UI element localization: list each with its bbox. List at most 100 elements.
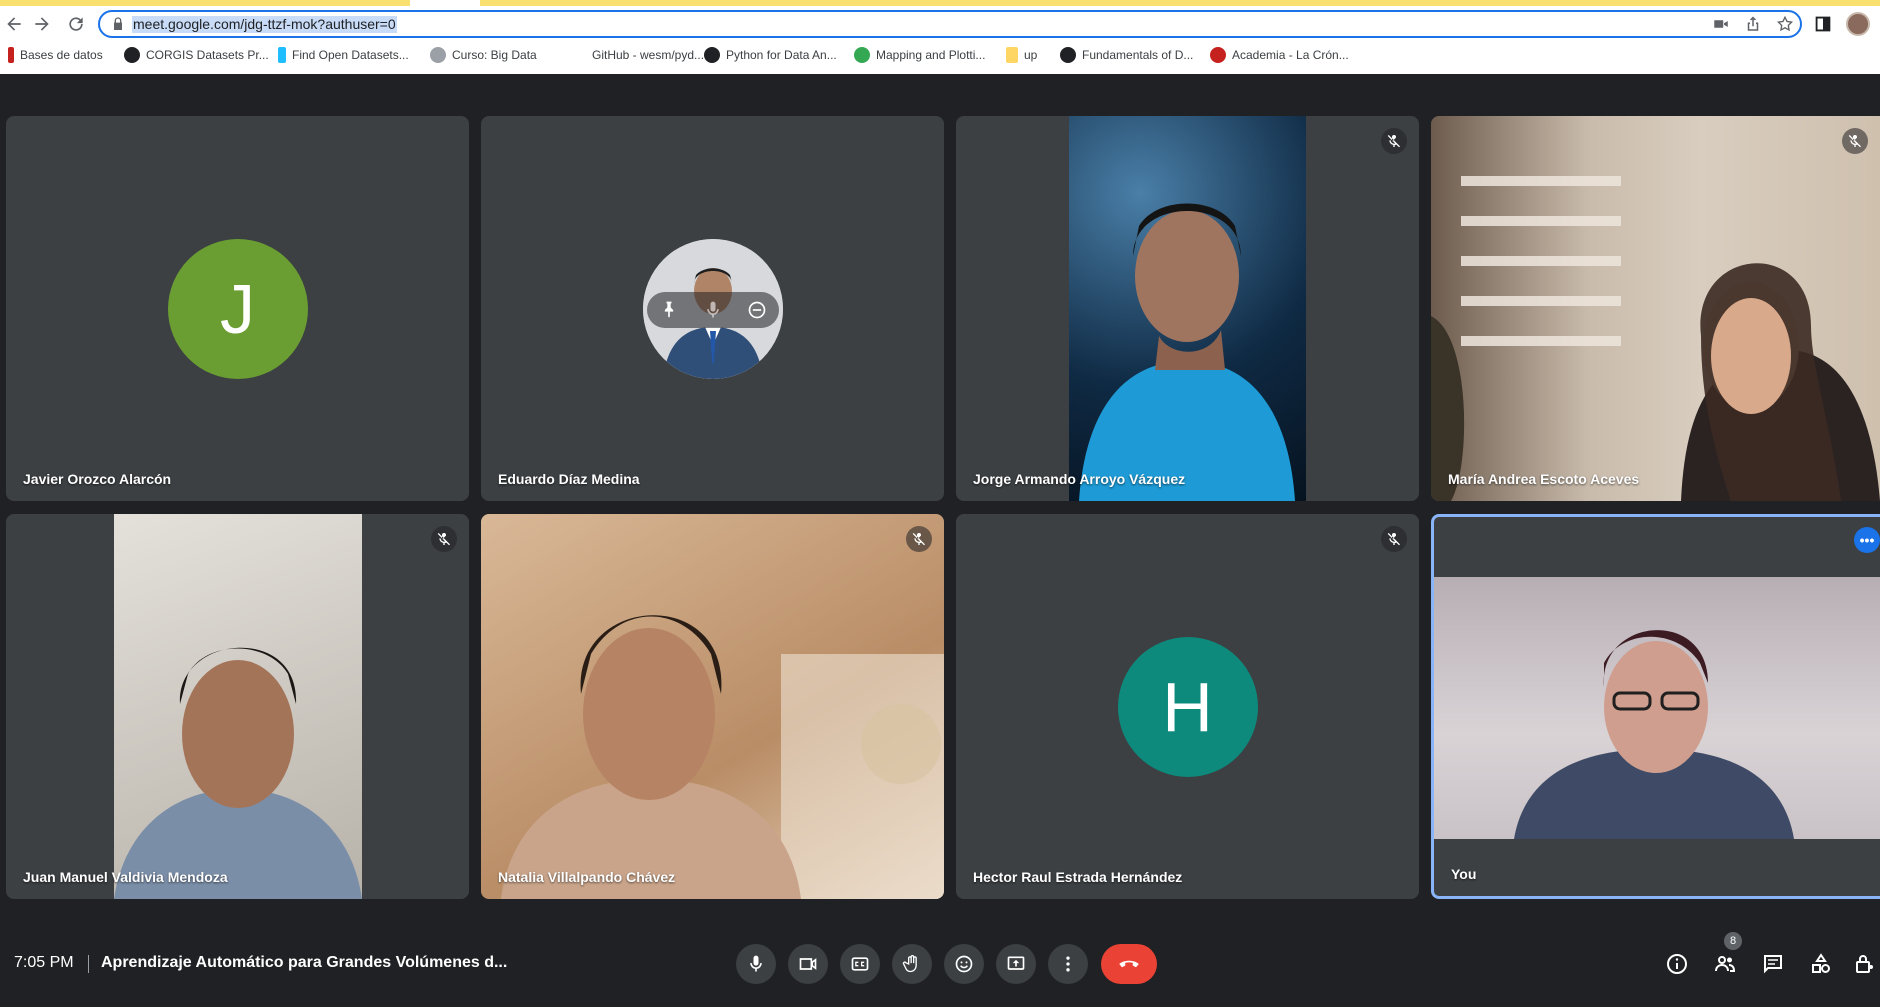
participant-name: Jorge Armando Arroyo Vázquez	[973, 471, 1186, 487]
bookmark-fundamentals[interactable]: Fundamentals of D...	[1060, 44, 1193, 66]
mic-off-icon	[1387, 135, 1400, 148]
globe-icon	[124, 47, 140, 63]
star-icon[interactable]	[1776, 15, 1794, 33]
muted-indicator	[906, 526, 932, 552]
present-icon	[1007, 956, 1025, 970]
bookmark-label: Academia - La Crón...	[1232, 48, 1349, 62]
bookmark-label: Fundamentals of D...	[1082, 48, 1194, 62]
host-controls-button[interactable]	[1852, 951, 1878, 977]
more-options-button[interactable]	[1048, 944, 1088, 984]
mic-off-icon	[1848, 135, 1861, 148]
globe-icon	[704, 47, 720, 63]
leave-call-button[interactable]	[1101, 944, 1157, 984]
participant-tile[interactable]: J Javier Orozco Alarcón	[6, 116, 469, 501]
present-screen-button[interactable]	[996, 944, 1036, 984]
video-feed	[114, 514, 362, 899]
more-options-icon[interactable]: •••	[1854, 527, 1880, 553]
bookmark-find-open-datasets[interactable]: Find Open Datasets...	[278, 44, 409, 66]
closed-captions-icon	[851, 957, 869, 971]
bookmark-bases-de-datos[interactable]: Bases de datos	[8, 44, 103, 66]
activities-button[interactable]	[1808, 951, 1834, 977]
avatar: H	[1117, 636, 1258, 777]
participant-tile[interactable]: Eduardo Díaz Medina	[481, 116, 944, 501]
participant-tile[interactable]: H Hector Raul Estrada Hernández	[956, 514, 1419, 899]
reactions-button[interactable]	[944, 944, 984, 984]
mic-off-icon	[1387, 533, 1400, 546]
video-feed	[481, 514, 944, 899]
meeting-details-button[interactable]	[1664, 951, 1690, 977]
bookmark-label: CORGIS Datasets Pr...	[146, 48, 269, 62]
bookmark-python-data[interactable]: Python for Data An...	[704, 44, 837, 66]
participant-name: Hector Raul Estrada Hernández	[973, 869, 1183, 885]
kaggle-icon	[278, 47, 286, 63]
participant-name: You	[1451, 866, 1477, 882]
bookmark-label: Bases de datos	[20, 48, 103, 62]
chat-button[interactable]	[1760, 951, 1786, 977]
bookmark-curso-big-data[interactable]: Curso: Big Data	[430, 44, 537, 66]
pin-icon[interactable]	[659, 300, 679, 320]
bookmark-label: Python for Data An...	[726, 48, 837, 62]
raise-hand-button[interactable]	[892, 944, 932, 984]
share-icon[interactable]	[1744, 15, 1762, 33]
participant-tile[interactable]: María Andrea Escoto Aceves	[1431, 116, 1880, 501]
more-vertical-icon	[1066, 956, 1070, 972]
divider	[88, 955, 89, 973]
meeting-control-bar: 7:05 PM Aprendizaje Automático para Gran…	[0, 935, 1880, 995]
bookmark-academia[interactable]: Academia - La Crón...	[1210, 44, 1349, 66]
self-tile[interactable]: ••• You	[1431, 514, 1880, 899]
bookmark-label: Mapping and Plotti...	[876, 48, 986, 62]
bookmark-label: Curso: Big Data	[452, 48, 537, 62]
bookmarks-bar: Bases de datos CORGIS Datasets Pr... Fin…	[0, 44, 1880, 68]
mic-icon[interactable]	[703, 300, 723, 320]
self-video-feed	[1434, 577, 1880, 839]
folder-icon	[1006, 47, 1018, 63]
reload-icon[interactable]	[64, 12, 88, 36]
bookmark-folder-up[interactable]: up	[1006, 44, 1037, 66]
lock-person-icon	[1856, 955, 1873, 973]
video-feed	[1069, 116, 1306, 501]
forward-icon[interactable]	[30, 12, 54, 36]
avatar: J	[167, 238, 308, 379]
participant-count-badge: 8	[1724, 932, 1742, 950]
lock-icon	[114, 17, 122, 30]
bookmark-github-wesm[interactable]: GitHub - wesm/pyd...	[570, 44, 704, 66]
people-icon	[1715, 956, 1736, 972]
camera-button[interactable]	[788, 944, 828, 984]
participant-tile[interactable]: Jorge Armando Arroyo Vázquez	[956, 116, 1419, 501]
shapes-icon	[1812, 953, 1830, 973]
bookmark-mapping-plotting[interactable]: Mapping and Plotti...	[854, 44, 985, 66]
github-icon	[570, 47, 586, 63]
participant-name: Javier Orozco Alarcón	[23, 471, 172, 487]
muted-indicator	[1842, 128, 1868, 154]
muted-indicator	[1381, 128, 1407, 154]
url-text[interactable]: meet.google.com/jdg-ttzf-mok?authuser=0	[132, 16, 397, 33]
info-icon	[1667, 954, 1687, 974]
microphone-button[interactable]	[736, 944, 776, 984]
address-bar[interactable]: meet.google.com/jdg-ttzf-mok?authuser=0	[98, 10, 1802, 38]
side-panel-icon[interactable]	[1812, 13, 1834, 35]
captions-button[interactable]	[840, 944, 880, 984]
video-camera-icon	[799, 958, 817, 970]
participant-name: Juan Manuel Valdivia Mendoza	[23, 869, 228, 885]
bookmark-favicon-icon	[8, 47, 14, 63]
hand-icon	[902, 955, 917, 973]
hang-up-icon	[1119, 960, 1139, 968]
video-feed	[1431, 116, 1880, 501]
camera-icon[interactable]	[1712, 15, 1730, 33]
participant-tile[interactable]: Juan Manuel Valdivia Mendoza	[6, 514, 469, 899]
remove-icon[interactable]	[747, 300, 767, 320]
bookmark-favicon-icon	[854, 47, 870, 63]
bookmark-corgis[interactable]: CORGIS Datasets Pr...	[124, 44, 269, 66]
participant-tile[interactable]: Natalia Villalpando Chávez	[481, 514, 944, 899]
people-button[interactable]	[1712, 951, 1738, 977]
participant-name: María Andrea Escoto Aceves	[1448, 471, 1640, 487]
back-icon[interactable]	[2, 12, 26, 36]
mic-off-icon	[912, 533, 925, 546]
bookmark-label: GitHub - wesm/pyd...	[592, 48, 705, 62]
participant-name: Eduardo Díaz Medina	[498, 471, 640, 487]
mic-icon	[750, 955, 762, 972]
muted-indicator	[1381, 526, 1407, 552]
course-icon	[430, 47, 446, 63]
profile-avatar[interactable]	[1846, 12, 1870, 36]
bookmark-label: up	[1024, 48, 1038, 62]
